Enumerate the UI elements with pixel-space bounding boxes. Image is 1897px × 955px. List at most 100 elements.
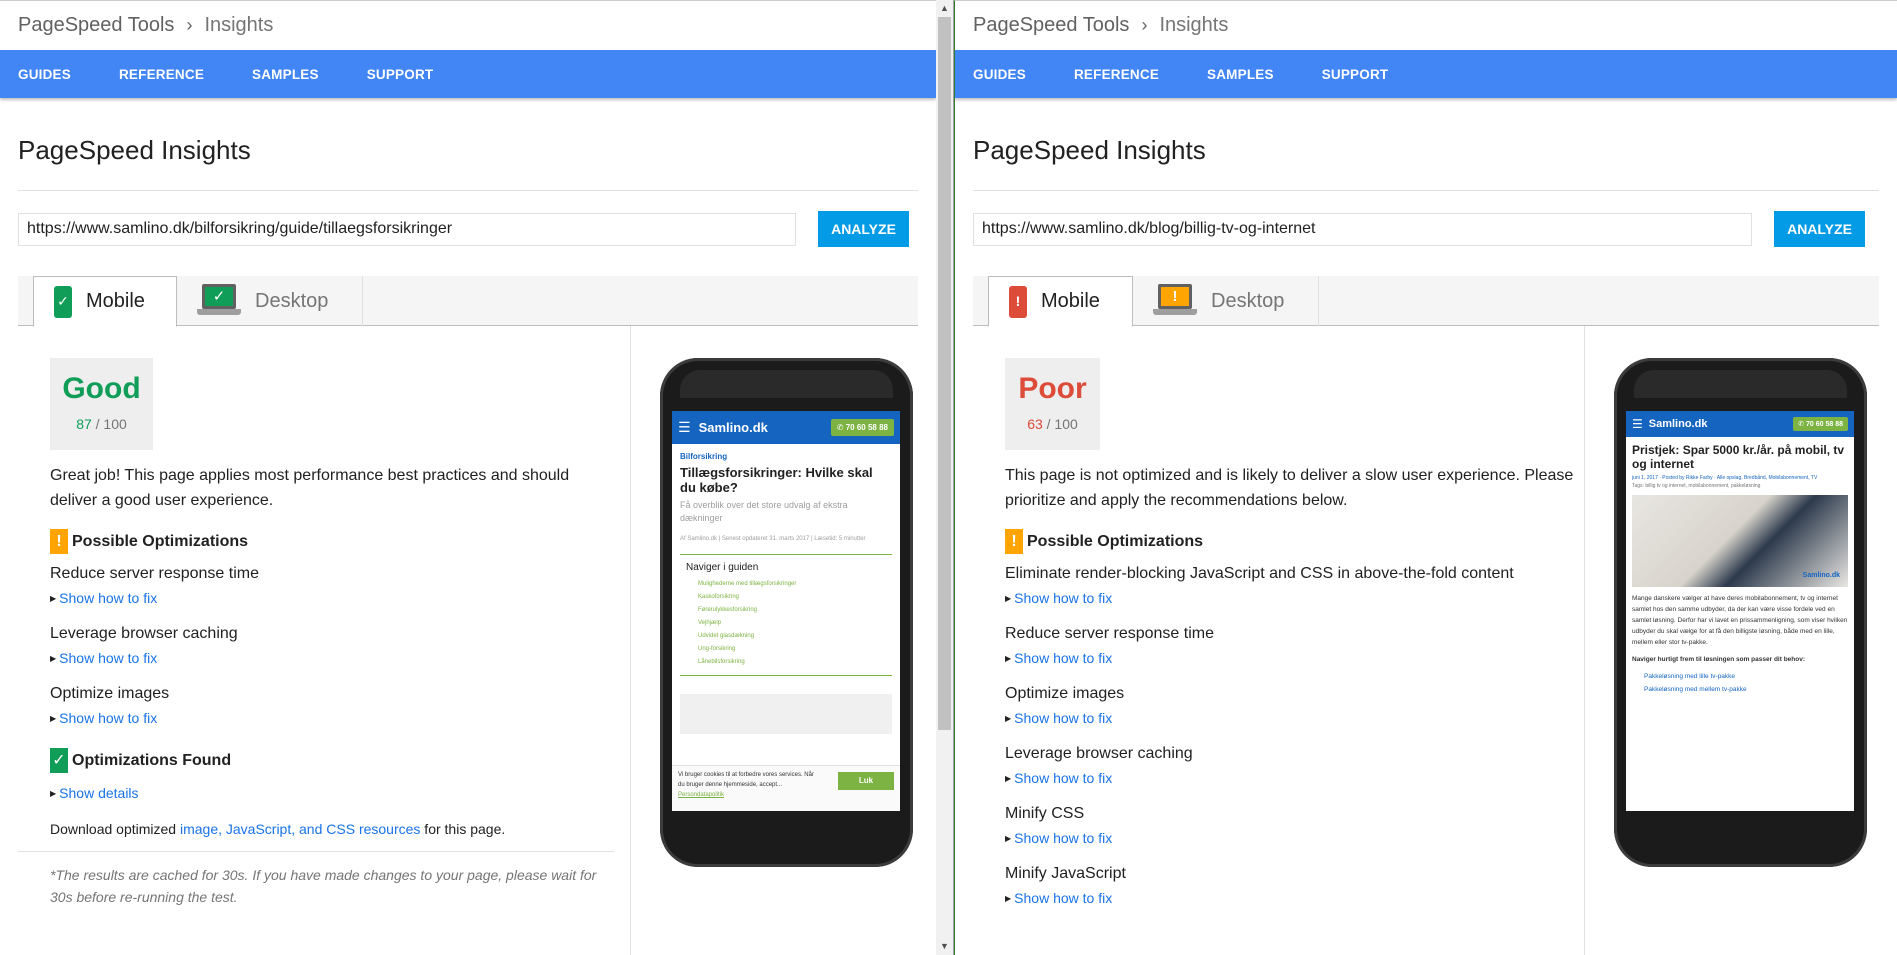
link-label: Show how to fix bbox=[59, 650, 158, 666]
caret-right-icon: ▶ bbox=[1005, 593, 1012, 603]
preview-list-item: Pakkeløsning med mellem tv-pakke bbox=[1644, 686, 1747, 693]
nav-guides[interactable]: GUIDES bbox=[973, 67, 1026, 82]
chevron-right-icon: › bbox=[1141, 15, 1148, 35]
optimizations-found-heading: ✓ Optimizations Found bbox=[50, 748, 610, 773]
link-label: Show how to fix bbox=[1014, 830, 1113, 846]
caret-right-icon: ▶ bbox=[1005, 773, 1012, 783]
preview-tags: Tags: billig tv og internet, mobilabonne… bbox=[1632, 483, 1761, 489]
preview-meta: Af Samlino.dk | Senest opdateret 31. mar… bbox=[680, 536, 866, 542]
tab-mobile-label: Mobile bbox=[86, 290, 145, 312]
show-how-to-fix-link[interactable]: ▶ Show how to fix bbox=[1005, 770, 1575, 786]
preview-photo: Samlino.dk bbox=[1632, 495, 1848, 587]
mobile-alert-icon: ! bbox=[1009, 285, 1027, 318]
show-how-to-fix-link[interactable]: ▶ Show how to fix bbox=[50, 650, 610, 666]
show-how-to-fix-link[interactable]: ▶ Show how to fix bbox=[1005, 710, 1575, 726]
show-how-to-fix-link[interactable]: ▶ Show how to fix bbox=[1005, 650, 1575, 666]
rule-item: Leverage browser caching ▶ Show how to fi… bbox=[1005, 745, 1575, 786]
show-details-link[interactable]: ▶ Show details bbox=[50, 785, 610, 801]
caret-right-icon: ▶ bbox=[50, 653, 57, 663]
caret-right-icon: ▶ bbox=[1005, 833, 1012, 843]
phone-speaker bbox=[1634, 370, 1847, 398]
link-label: Show how to fix bbox=[1014, 890, 1113, 906]
mobile-preview: ☰ Samlino.dk ✆ 70 60 58 88 Pristjek: Spa… bbox=[1614, 358, 1867, 867]
scroll-up-icon[interactable]: ▲ bbox=[936, 0, 953, 17]
show-how-to-fix-link[interactable]: ▶ Show how to fix bbox=[1005, 830, 1575, 846]
scroll-down-icon[interactable]: ▼ bbox=[936, 938, 953, 955]
chevron-right-icon: › bbox=[186, 15, 193, 35]
preview-meta: juni 1, 2017 · Posted by Rikke Farby · A… bbox=[1632, 475, 1818, 481]
tab-mobile-label: Mobile bbox=[1041, 290, 1100, 312]
tab-mobile[interactable]: ✓ Mobile bbox=[33, 276, 177, 327]
cookie-message: Vi bruger cookies til at forbedre vores … bbox=[678, 772, 814, 788]
show-how-to-fix-link[interactable]: ▶ Show how to fix bbox=[50, 590, 610, 606]
left-browser-pane: PageSpeed Tools › Insights GUIDES REFERE… bbox=[0, 0, 936, 955]
nav-support[interactable]: SUPPORT bbox=[1322, 67, 1389, 82]
url-input[interactable] bbox=[973, 212, 1752, 246]
menu-icon: ☰ bbox=[1632, 417, 1643, 431]
preview-header: ☰ Samlino.dk ✆ 70 60 58 88 bbox=[1626, 411, 1854, 437]
guide-item: Kaskoforsikring bbox=[698, 594, 740, 600]
rule-name: Eliminate render-blocking JavaScript and… bbox=[1005, 565, 1514, 582]
download-prefix: Download optimized bbox=[50, 821, 180, 837]
desktop-warning-icon: ! bbox=[1153, 284, 1197, 318]
link-label: Show how to fix bbox=[1014, 650, 1113, 666]
results-summary: Good 87 / 100 Great job! This page appli… bbox=[18, 358, 614, 908]
rule-name: Minify CSS bbox=[1005, 805, 1085, 822]
download-resources-link[interactable]: image, JavaScript, and CSS resources bbox=[180, 821, 420, 837]
caret-right-icon: ▶ bbox=[1005, 653, 1012, 663]
vertical-scrollbar[interactable]: ▲ ▼ bbox=[936, 0, 953, 955]
download-line: Download optimized image, JavaScript, an… bbox=[50, 821, 610, 837]
column-divider bbox=[1584, 326, 1585, 955]
rule-name: Reduce server response time bbox=[50, 565, 259, 582]
preview-list-item: Pakkeløsning med lille tv-pakke bbox=[1644, 673, 1736, 680]
top-nav: GUIDES REFERENCE SAMPLES SUPPORT bbox=[0, 50, 936, 98]
link-label: Show details bbox=[59, 785, 139, 801]
url-input[interactable] bbox=[18, 212, 796, 246]
show-how-to-fix-link[interactable]: ▶ Show how to fix bbox=[1005, 590, 1575, 606]
breadcrumb-root[interactable]: PageSpeed Tools bbox=[973, 14, 1129, 37]
guide-item: Mulighederne med tillægsforsikringer bbox=[698, 581, 797, 587]
tab-desktop[interactable]: ! Desktop bbox=[1133, 276, 1287, 326]
caret-right-icon: ▶ bbox=[1005, 893, 1012, 903]
preview-logo: Samlino.dk bbox=[1648, 418, 1708, 430]
tab-desktop-label: Desktop bbox=[255, 289, 329, 312]
top-nav: GUIDES REFERENCE SAMPLES SUPPORT bbox=[955, 50, 1897, 98]
tab-desktop[interactable]: ✓ Desktop bbox=[177, 276, 331, 326]
score-max: / 100 bbox=[1046, 416, 1078, 432]
tab-mobile[interactable]: ! Mobile bbox=[988, 276, 1133, 327]
analyze-button[interactable]: ANALYZE bbox=[818, 211, 909, 247]
nav-reference[interactable]: REFERENCE bbox=[119, 67, 204, 82]
nav-reference[interactable]: REFERENCE bbox=[1074, 67, 1159, 82]
results-panel: Poor 63 / 100 This page is not optimized… bbox=[973, 326, 1879, 955]
section-title: Possible Optimizations bbox=[72, 532, 249, 550]
rule-item: Minify JavaScript ▶ Show how to fix bbox=[1005, 865, 1575, 906]
results-summary: Poor 63 / 100 This page is not optimized… bbox=[1005, 358, 1575, 925]
split-screen: PageSpeed Tools › Insights GUIDES REFERE… bbox=[0, 0, 1897, 955]
results-panel: Good 87 / 100 Great job! This page appli… bbox=[18, 326, 918, 955]
preview-screen: ☰ Samlino.dk ✆ 70 60 58 88 Bilforsikring… bbox=[672, 411, 900, 811]
summary-text: This page is not optimized and is likely… bbox=[1005, 467, 1574, 509]
guide-item: Ung-forsikring bbox=[698, 646, 736, 652]
cookie-banner: Vi bruger cookies til at forbedre vores … bbox=[672, 765, 900, 811]
nav-guides[interactable]: GUIDES bbox=[18, 67, 71, 82]
warning-icon: ! bbox=[1005, 529, 1023, 554]
preview-header: ☰ Samlino.dk ✆ 70 60 58 88 bbox=[672, 411, 900, 444]
privacy-link: Persondatapolitik bbox=[678, 792, 725, 798]
guide-item: Lånebilsforsikring bbox=[698, 659, 745, 665]
show-how-to-fix-link[interactable]: ▶ Show how to fix bbox=[50, 710, 610, 726]
guide-item: Førerulykkesforsikring bbox=[698, 607, 758, 613]
breadcrumb-root[interactable]: PageSpeed Tools bbox=[18, 14, 174, 37]
rule-name: Minify JavaScript bbox=[1005, 865, 1126, 882]
verdict-label: Good bbox=[62, 372, 141, 405]
preview-guide-box: Naviger i guiden Mulighederne med tillæg… bbox=[680, 554, 892, 676]
preview-image bbox=[680, 694, 892, 734]
nav-samples[interactable]: SAMPLES bbox=[252, 67, 319, 82]
scrollbar-thumb[interactable] bbox=[938, 17, 951, 730]
nav-samples[interactable]: SAMPLES bbox=[1207, 67, 1274, 82]
analyze-button[interactable]: ANALYZE bbox=[1774, 211, 1865, 247]
right-browser-pane: PageSpeed Tools › Insights GUIDES REFERE… bbox=[954, 0, 1897, 955]
show-how-to-fix-link[interactable]: ▶ Show how to fix bbox=[1005, 890, 1575, 906]
preview-paragraph: Mange danskere vælger at have deres mobi… bbox=[1632, 595, 1848, 646]
warning-icon: ! bbox=[50, 529, 68, 554]
nav-support[interactable]: SUPPORT bbox=[367, 67, 434, 82]
